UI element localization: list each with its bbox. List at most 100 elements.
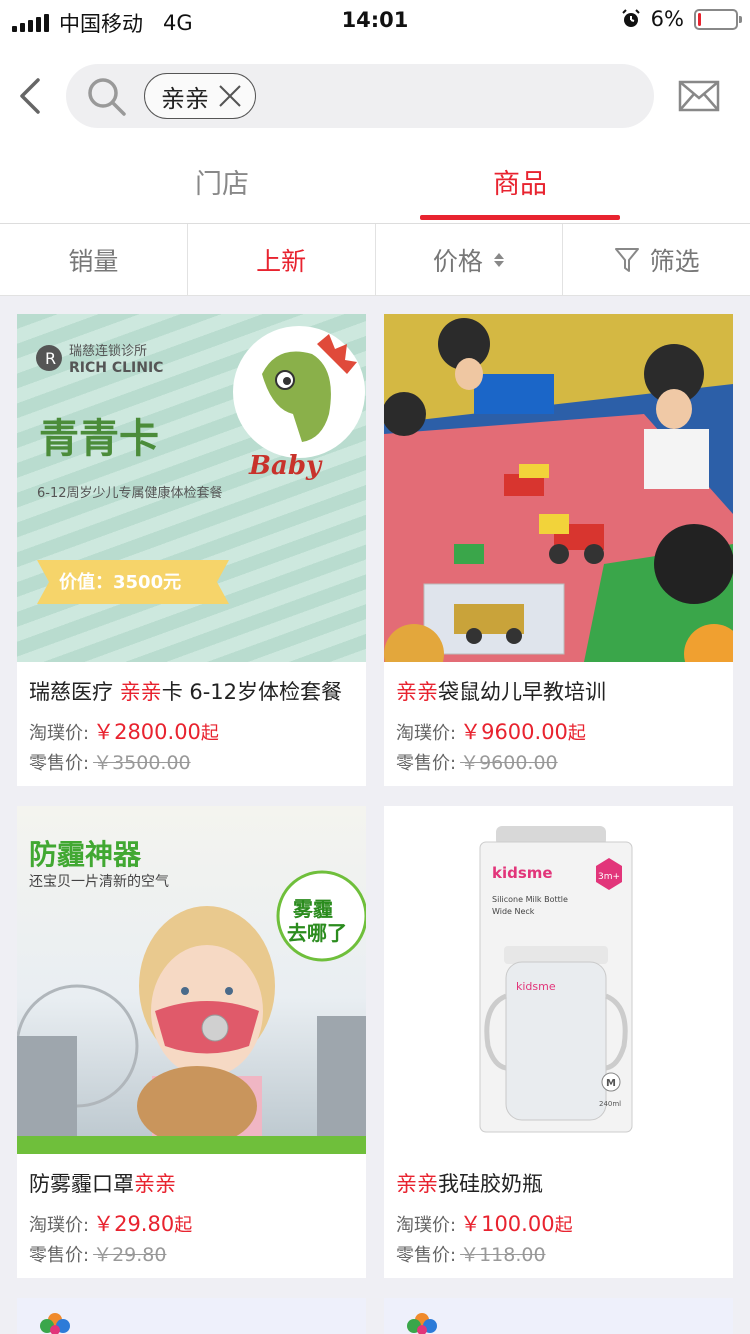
price-row: 淘璞价: ￥2800.00 起 — [29, 716, 219, 746]
search-query-chip[interactable]: 亲亲 — [144, 73, 256, 119]
price-row: 淘璞价: ￥9600.00 起 — [396, 716, 586, 746]
filter-label: 筛选 — [649, 246, 700, 276]
product-name[interactable]: 瑞慈医疗 亲亲卡 6-12岁体检套餐 — [29, 676, 342, 706]
search-input[interactable]: 亲亲 — [66, 64, 654, 128]
sort-newest[interactable]: 上新 — [188, 224, 376, 295]
retail-label: 零售价: — [396, 753, 457, 774]
svg-text:M: M — [606, 1078, 616, 1089]
search-icon — [88, 78, 126, 116]
svg-text:价值：3500元: 价值：3500元 — [59, 571, 181, 593]
svg-text:瑞慈连锁诊所: 瑞慈连锁诊所 — [69, 343, 147, 359]
price-suffix: 起 — [200, 723, 219, 744]
price-value: ￥100.00 — [460, 1212, 555, 1236]
message-icon[interactable] — [678, 80, 720, 112]
retail-label: 零售价: — [29, 753, 90, 774]
product-card[interactable]: R 瑞慈连锁诊所 RICH CLINIC 青青卡 6-12周岁少儿专属健康体检套… — [17, 314, 366, 786]
product-card[interactable]: 防霾神器 还宝贝一片清新的空气 雾霾 去哪了 防雾霾口罩亲亲 淘璞价: ￥29.… — [17, 806, 366, 1278]
filter-icon — [614, 247, 639, 272]
product-card-partial[interactable] — [17, 1298, 366, 1334]
sort-sales-label: 销量 — [68, 246, 119, 276]
tab-stores[interactable]: 门店 — [122, 162, 322, 201]
mask-ad-artwork: 防霾神器 还宝贝一片清新的空气 雾霾 去哪了 — [17, 838, 366, 1154]
price-value: ￥29.80 — [93, 1212, 175, 1236]
retail-row: 零售价: ￥29.80 — [29, 1240, 166, 1267]
price-label: 淘璞价: — [29, 1215, 90, 1236]
svg-text:kidsme: kidsme — [516, 980, 556, 993]
svg-text:还宝贝一片清新的空气: 还宝贝一片清新的空气 — [29, 874, 169, 890]
result-tabs: 门店 商品 — [0, 148, 750, 224]
search-header: 亲亲 — [0, 40, 750, 148]
retail-price: ￥3500.00 — [93, 752, 191, 774]
classroom-photo — [384, 314, 733, 662]
svg-text:240ml: 240ml — [599, 1100, 621, 1108]
price-label: 淘璞价: — [29, 723, 90, 744]
retail-row: 零售价: ￥9600.00 — [396, 748, 558, 775]
product-name-prefix: 防雾霾口罩 — [29, 1172, 134, 1196]
product-name-keyword: 亲亲 — [119, 680, 162, 704]
price-value: ￥9600.00 — [460, 720, 568, 744]
battery-level — [698, 12, 701, 26]
svg-text:Baby: Baby — [248, 451, 323, 481]
product-name-keyword: 亲亲 — [396, 680, 438, 704]
svg-text:3m+: 3m+ — [598, 872, 620, 882]
product-image — [384, 314, 733, 662]
product-card[interactable]: kidsme 3m+ Silicone Milk Bottle Wide Nec… — [384, 806, 733, 1278]
svg-text:去哪了: 去哪了 — [287, 921, 347, 945]
flower-logo-icon — [40, 1313, 70, 1334]
active-tab-indicator — [420, 215, 620, 220]
alarm-icon — [621, 9, 640, 27]
sort-arrows-icon — [493, 252, 504, 267]
sort-price[interactable]: 价格 — [376, 224, 564, 295]
flower-logo-icon — [407, 1313, 437, 1334]
product-name-keyword: 亲亲 — [396, 1172, 438, 1196]
retail-price: ￥29.80 — [93, 1244, 167, 1266]
price-row: 淘璞价: ￥29.80 起 — [29, 1208, 192, 1238]
svg-text:kidsme: kidsme — [492, 864, 553, 882]
price-label: 淘璞价: — [396, 723, 457, 744]
retail-row: 零售价: ￥3500.00 — [29, 748, 191, 775]
filter-button[interactable]: 筛选 — [563, 224, 750, 295]
svg-text:Silicone Milk Bottle: Silicone Milk Bottle — [492, 895, 568, 904]
product-name-prefix: 瑞慈医疗 — [29, 680, 120, 704]
product-image: 防霾神器 还宝贝一片清新的空气 雾霾 去哪了 — [17, 806, 366, 1154]
retail-label: 零售价: — [29, 1245, 90, 1266]
sort-sales[interactable]: 销量 — [0, 224, 188, 295]
rich-clinic-card-artwork: R 瑞慈连锁诊所 RICH CLINIC 青青卡 6-12周岁少儿专属健康体检套… — [36, 326, 365, 604]
svg-text:RICH CLINIC: RICH CLINIC — [69, 360, 163, 376]
product-name[interactable]: 亲亲袋鼠幼儿早教培训 — [396, 676, 606, 706]
price-label: 淘璞价: — [396, 1215, 457, 1236]
price-suffix: 起 — [567, 723, 586, 744]
svg-text:R: R — [45, 349, 56, 368]
svg-text:6-12周岁少儿专属健康体检套餐: 6-12周岁少儿专属健康体检套餐 — [37, 485, 223, 501]
price-value: ￥2800.00 — [93, 720, 201, 744]
product-card-partial[interactable] — [384, 1298, 733, 1334]
back-arrow-icon[interactable] — [14, 76, 46, 116]
status-bar: 中国移动 4G 14:01 6% — [0, 0, 750, 40]
product-card[interactable]: 亲亲袋鼠幼儿早教培训 淘璞价: ￥9600.00 起 零售价: ￥9600.00 — [384, 314, 733, 786]
svg-text:防霾神器: 防霾神器 — [29, 838, 142, 871]
product-name-suffix: 卡 6-12岁体检套餐 — [161, 680, 343, 704]
product-name-keyword: 亲亲 — [134, 1172, 176, 1196]
tab-products[interactable]: 商品 — [420, 162, 620, 201]
sort-newest-label: 上新 — [256, 246, 307, 276]
price-suffix: 起 — [174, 1215, 193, 1236]
retail-price: ￥118.00 — [460, 1244, 546, 1266]
product-name[interactable]: 防雾霾口罩亲亲 — [29, 1168, 176, 1198]
retail-label: 零售价: — [396, 1245, 457, 1266]
clear-query-icon[interactable] — [217, 83, 243, 109]
price-suffix: 起 — [554, 1215, 573, 1236]
battery-icon — [694, 8, 742, 30]
search-query-text: 亲亲 — [161, 84, 209, 113]
svg-text:Wide Neck: Wide Neck — [492, 907, 535, 916]
svg-text:青青卡: 青青卡 — [39, 416, 159, 462]
product-name-suffix: 我硅胶奶瓶 — [438, 1172, 543, 1196]
retail-price: ￥9600.00 — [460, 752, 558, 774]
product-image: R 瑞慈连锁诊所 RICH CLINIC 青青卡 6-12周岁少儿专属健康体检套… — [17, 314, 366, 662]
milk-bottle-package: kidsme 3m+ Silicone Milk Bottle Wide Nec… — [479, 826, 633, 1133]
price-row: 淘璞价: ￥100.00 起 — [396, 1208, 573, 1238]
product-name[interactable]: 亲亲我硅胶奶瓶 — [396, 1168, 543, 1198]
svg-text:雾霾: 雾霾 — [293, 897, 333, 921]
battery-percent: 6% — [650, 7, 684, 31]
product-name-suffix: 袋鼠幼儿早教培训 — [438, 680, 606, 704]
product-image: kidsme 3m+ Silicone Milk Bottle Wide Nec… — [384, 806, 733, 1154]
